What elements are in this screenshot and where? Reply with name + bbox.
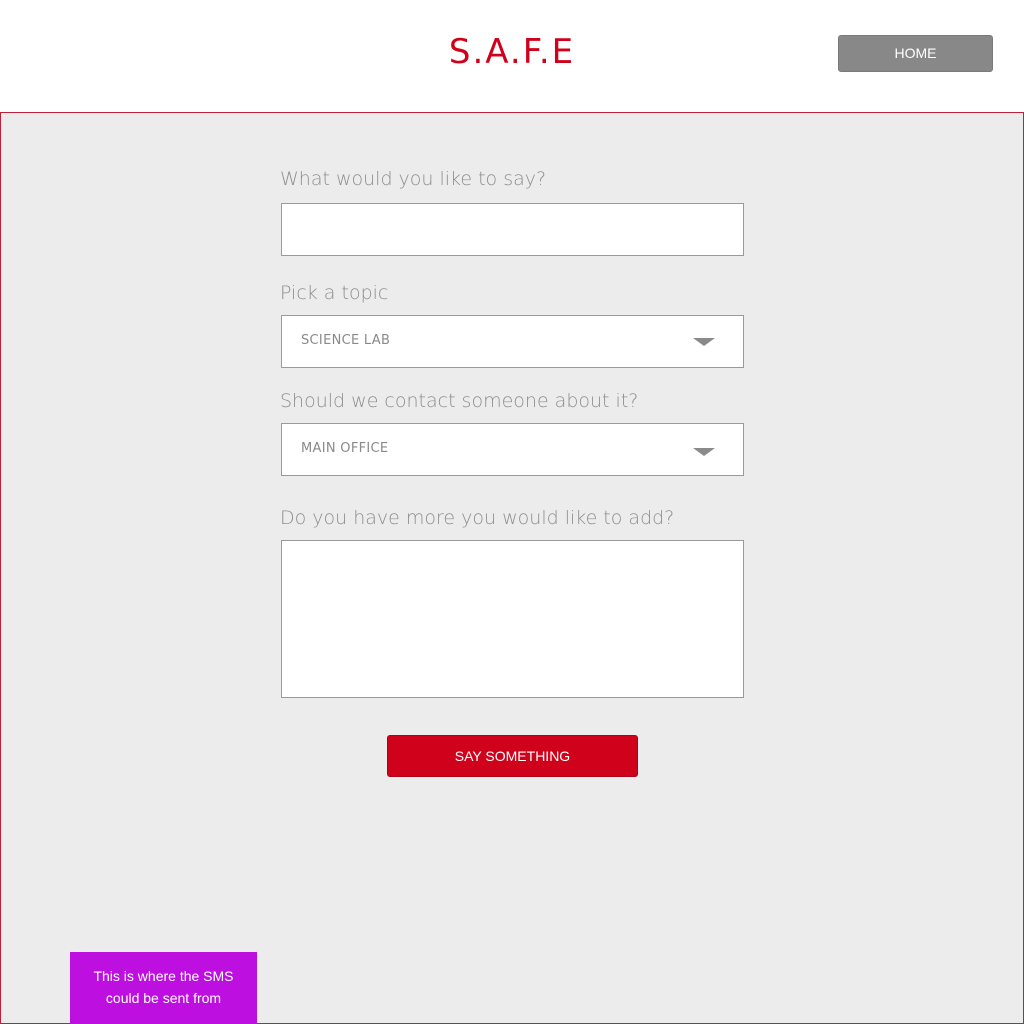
say-something-button[interactable]: SAY SOMETHING bbox=[387, 735, 638, 777]
contact-select[interactable]: MAIN OFFICE bbox=[281, 423, 744, 476]
app-header: S.A.F.E HOME bbox=[0, 0, 1024, 112]
more-details-textarea[interactable] bbox=[282, 541, 743, 697]
topic-select[interactable]: SCIENCE LAB bbox=[281, 315, 744, 368]
contact-selected-value: MAIN OFFICE bbox=[301, 441, 389, 456]
contact-label: Should we contact someone about it? bbox=[280, 390, 639, 412]
sms-annotation-note: This is where the SMS could be sent from bbox=[70, 952, 257, 1024]
message-label: What would you like to say? bbox=[280, 168, 547, 190]
topic-selected-value: SCIENCE LAB bbox=[301, 333, 391, 348]
message-field-wrapper bbox=[281, 203, 744, 256]
message-input[interactable] bbox=[282, 204, 743, 255]
topic-label: Pick a topic bbox=[280, 282, 389, 304]
home-button[interactable]: HOME bbox=[838, 35, 993, 72]
chevron-down-icon bbox=[693, 338, 715, 346]
chevron-down-icon bbox=[693, 448, 715, 456]
safe-logo: S.A.F.E bbox=[448, 32, 576, 72]
more-field-wrapper bbox=[281, 540, 744, 698]
more-label: Do you have more you would like to add? bbox=[280, 507, 675, 529]
